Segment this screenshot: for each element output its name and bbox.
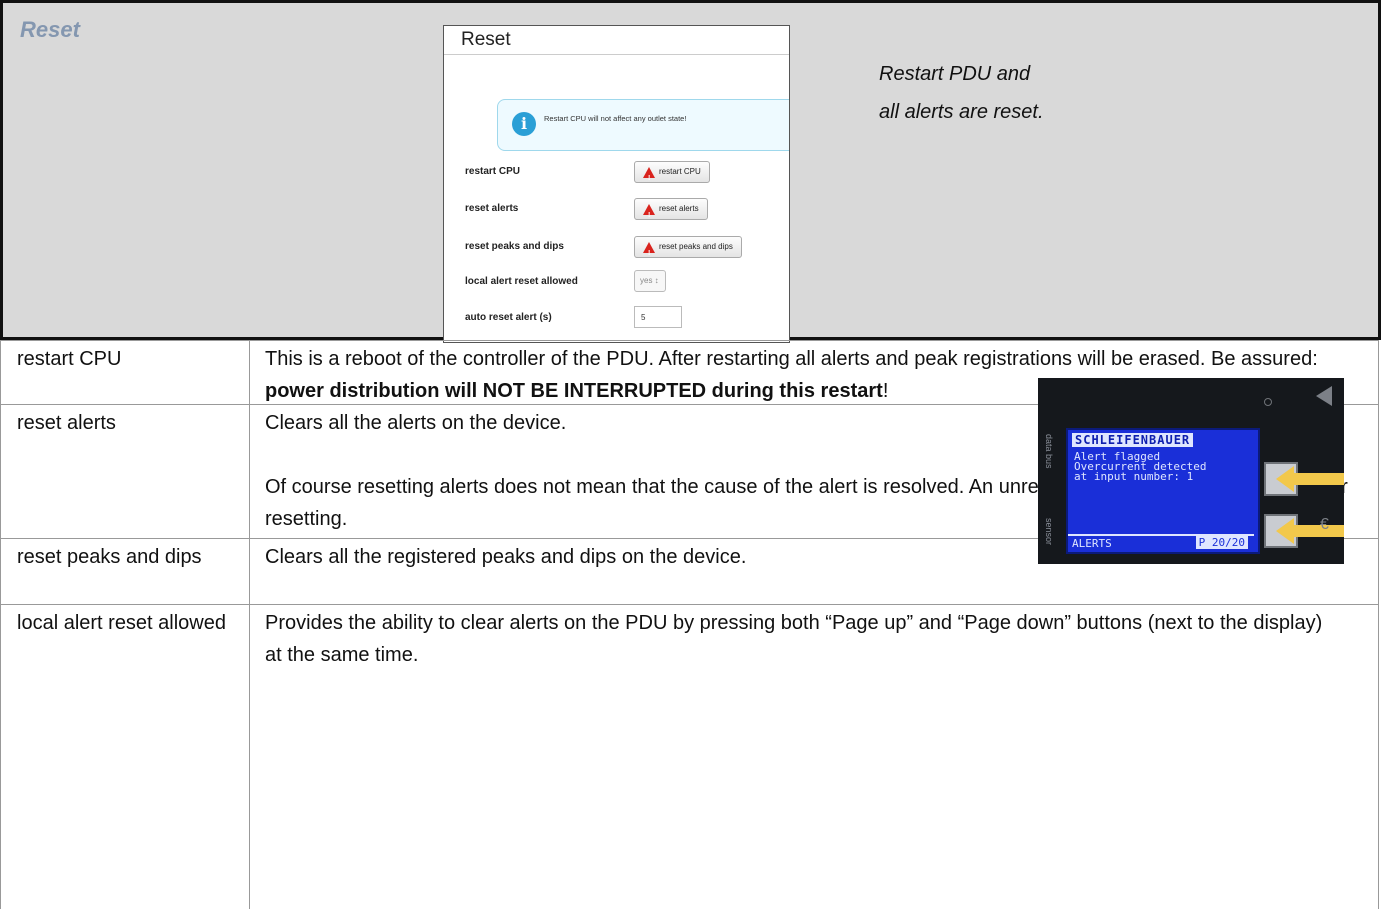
term-cell: reset peaks and dips — [17, 546, 202, 568]
side-label: sensor — [1044, 518, 1054, 546]
section-description: Restart PDU and all alerts are reset. — [879, 55, 1044, 131]
brand-text: SCHLEIFENBAUER — [1072, 433, 1194, 447]
side-label: data bus — [1044, 434, 1054, 469]
reset-peaks-button[interactable]: reset peaks and dips — [634, 236, 742, 264]
info-alert: i Restart CPU will not affect any outlet… — [497, 99, 789, 151]
screen-page-indicator: P 20/20 — [1195, 536, 1248, 549]
screen-line: at input number: 1 — [1074, 470, 1194, 483]
table-row: local alert reset allowed Provides the a… — [0, 604, 1379, 909]
restart-cpu-button[interactable]: restart CPU — [634, 161, 710, 189]
local-alert-select[interactable]: yes ↕ — [634, 270, 666, 292]
triangle-icon — [1316, 386, 1332, 406]
description-line: all alerts are reset. — [879, 101, 1044, 123]
section-header: Reset Reset i Restart CPU will not affec… — [0, 0, 1381, 343]
lcd-screen: SCHLEIFENBAUER Alert flagged Overcurrent… — [1066, 428, 1260, 554]
warning-icon — [643, 167, 655, 189]
arrow-left-icon — [1276, 466, 1344, 492]
term-cell: local alert reset allowed — [17, 612, 226, 634]
warning-icon — [643, 242, 655, 264]
pdu-display-photo: data bus sensor SCHLEIFENBAUER Alert fla… — [1038, 378, 1344, 564]
description-cell: Provides the ability to clear alerts on … — [265, 612, 1323, 666]
auto-reset-label: auto reset alert (s) — [465, 312, 552, 323]
panel-title: Reset — [461, 29, 511, 50]
euro-symbol-icon: € — [1320, 516, 1329, 533]
restart-cpu-label: restart CPU — [465, 166, 521, 177]
screen-footer: ALERTS P 20/20 — [1068, 534, 1254, 552]
auto-reset-input[interactable]: 5 — [634, 306, 682, 328]
reset-peaks-label: reset peaks and dips — [465, 241, 564, 252]
warning-icon — [643, 204, 655, 226]
emphasis-text: power distribution will NOT BE INTERRUPT… — [265, 380, 883, 402]
term-cell: reset alerts — [17, 412, 116, 434]
info-text: Restart CPU will not affect any outlet s… — [544, 114, 687, 123]
local-alert-label: local alert reset allowed — [465, 276, 578, 287]
led-indicator — [1264, 398, 1272, 406]
panel-divider — [444, 54, 789, 55]
arrow-left-icon — [1276, 518, 1344, 544]
reset-alerts-button[interactable]: reset alerts — [634, 198, 708, 226]
reset-panel-screenshot: Reset i Restart CPU will not affect any … — [443, 25, 790, 343]
screen-footer-label: ALERTS — [1072, 537, 1112, 550]
section-title: Reset — [20, 17, 80, 42]
term-cell: restart CPU — [17, 348, 122, 370]
description-line: Restart PDU and — [879, 63, 1031, 85]
info-icon: i — [512, 112, 536, 136]
reset-alerts-label: reset alerts — [465, 203, 519, 214]
